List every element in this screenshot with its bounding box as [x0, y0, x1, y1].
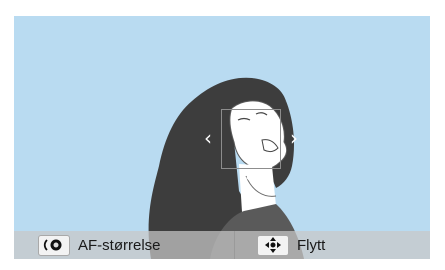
chevron-right-icon[interactable]: ›: [290, 128, 298, 148]
chevron-left-icon[interactable]: ‹: [204, 128, 212, 148]
move-hint[interactable]: Flytt: [257, 231, 325, 259]
bottom-hint-bar: AF-størrelse Flytt: [14, 231, 430, 259]
move-label: Flytt: [297, 236, 326, 254]
chevron-down-icon[interactable]: ⌄: [243, 166, 256, 186]
control-dial-icon: [38, 234, 70, 256]
divider: [234, 231, 235, 259]
af-focus-frame[interactable]: [221, 109, 281, 169]
directional-pad-icon: [257, 234, 289, 256]
af-size-hint[interactable]: AF-størrelse: [38, 231, 161, 259]
camera-preview-screen: ‹ › ⌄ AF-størrelse Flytt: [14, 16, 430, 259]
af-size-label: AF-størrelse: [78, 236, 161, 254]
